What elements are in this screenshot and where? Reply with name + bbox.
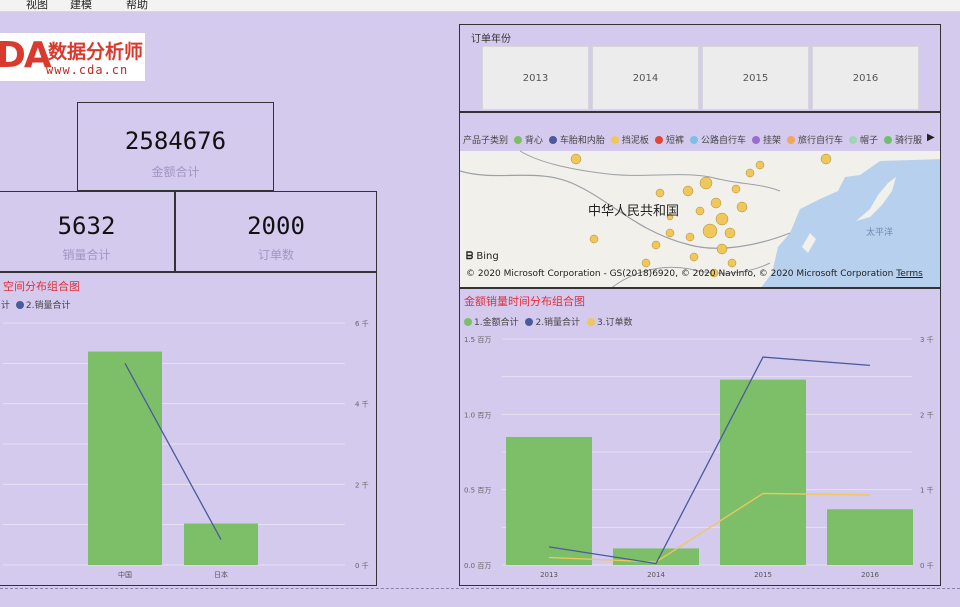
space-distribution-chart-panel[interactable]: 空间分布组合图 计 2.销量合计 0 千2 千4 千6 千中国 日本 (0, 272, 377, 586)
y2-tick-label: 6 千 (355, 319, 369, 328)
map-copyright: © 2020 Microsoft Corporation - GS(2018)6… (466, 269, 923, 279)
logo-url: www.cda.cn (46, 63, 129, 77)
year-slicer-panel: 订单年份 2013 2014 2015 2016 (459, 24, 941, 112)
map-legend-item[interactable]: 旅行自行车 (786, 136, 846, 146)
x-tick-label: 日本 (214, 570, 228, 579)
bar-日本 (184, 523, 258, 565)
logo-mark: DA (0, 35, 52, 76)
x-tick-label: 2013 (540, 571, 558, 579)
space-chart-svg: 0 千 2 千 4 千 6 千中国 日本 (3, 319, 369, 579)
kpi-orders-value: 2000 (247, 212, 305, 240)
kpi-amount-card[interactable]: 2584676 金额合计 (77, 102, 274, 191)
kpi-quantity-card[interactable]: 5632 销量合计 (0, 191, 175, 272)
map-legend-label: 短裤 (665, 136, 684, 146)
kpi-quantity-value: 5632 (57, 212, 116, 240)
time-distribution-chart-panel[interactable]: 金额销量时间分布组合图 1.金额合计 2.销量合计 3.订单数 0.0 百万 0.… (459, 288, 941, 586)
map-legend-label: 挂架 (762, 136, 781, 146)
legend-dot-icon (610, 136, 619, 144)
legend-dot-icon (884, 136, 893, 144)
year-slicer-title: 订单年份 (471, 34, 511, 45)
map-legend-item[interactable]: 背心 (513, 136, 546, 146)
map-legend-item[interactable]: 帽子 (849, 136, 881, 146)
map-terms-link[interactable]: Terms (896, 269, 923, 279)
y-tick-label: 0.0 百万 (464, 562, 491, 570)
legend-dot-icon (849, 136, 857, 144)
cda-logo: DA 数据分析师 www.cda.cn (0, 33, 145, 81)
bing-brand: ᗷ Bing (466, 251, 499, 262)
map-legend-label: 帽子 (860, 136, 879, 146)
y-tick-label: 1.5 百万 (464, 336, 491, 344)
bing-label: Bing (476, 251, 499, 262)
year-tile-2016[interactable]: 2016 (812, 46, 919, 110)
year-tile-2013[interactable]: 2013 (482, 46, 589, 110)
bar-2015 (720, 379, 806, 565)
map-legend-label: 车胎和内胎 (559, 136, 605, 146)
page-bottom-divider (0, 588, 960, 589)
y-tick-label: 1.0 百万 (464, 411, 491, 419)
map-legend: 产品子类别 背心 车胎和内胎 挡泥板 短裤 公路自行车 挂架 旅行自行车 帽子 骑行服 (463, 133, 931, 146)
y2-tick-label: 0 千 (355, 561, 369, 570)
map-copyright-text: © 2020 Microsoft Corporation - GS(2018)6… (466, 269, 894, 279)
year-tile-2014[interactable]: 2014 (592, 46, 699, 110)
legend-dot-icon (786, 136, 795, 144)
map-legend-label: 背心 (524, 136, 543, 146)
x-tick-label: 2014 (647, 571, 665, 579)
legend-dot-icon (751, 136, 760, 144)
map-legend-item[interactable]: 公路自行车 (689, 136, 749, 146)
logo-name: 数据分析师 (48, 41, 144, 63)
menu-bar: 视图 建模 帮助 (0, 0, 960, 12)
map-legend-items: 背心 车胎和内胎 挡泥板 短裤 公路自行车 挂架 旅行自行车 帽子 骑行服 (513, 136, 928, 146)
kpi-amount-value: 2584676 (124, 127, 227, 155)
map-legend-label: 挡泥板 (621, 136, 649, 146)
legend-dot-icon (654, 136, 663, 144)
kpi-orders-label: 订单数 (257, 248, 294, 262)
kpi-quantity-label: 销量合计 (62, 248, 111, 262)
kpi-orders-card[interactable]: 2000 订单数 (175, 191, 377, 272)
time-chart-svg: 0.0 百万 0.5 百万 1.0 百万 1.5 百万 0 千 1 千 2 千 3 千 2013… (464, 335, 934, 579)
menu-modeling[interactable]: 建模 (70, 0, 92, 11)
map-ocean-label: 太平洋 (866, 226, 893, 238)
bar-中国 (88, 351, 162, 565)
map-country-label: 中华人民共和国 (588, 204, 679, 219)
menu-help[interactable]: 帮助 (126, 0, 148, 11)
map-legend-item[interactable]: 骑行服 (884, 136, 925, 146)
legend-next-arrow-icon[interactable]: ▶ (927, 132, 935, 143)
x-tick-label: 2016 (861, 571, 879, 579)
bar-2016 (827, 509, 913, 565)
legend-dot-icon (548, 136, 557, 144)
x-tick-label: 中国 (118, 570, 132, 579)
map-legend-title: 产品子类别 (463, 136, 509, 146)
legend-dot-icon (689, 136, 698, 144)
menu-view[interactable]: 视图 (26, 0, 48, 11)
map-legend-item[interactable]: 短裤 (654, 136, 687, 146)
bar-2013 (506, 436, 592, 565)
map-legend-item[interactable]: 车胎和内胎 (548, 136, 608, 146)
map-legend-label: 公路自行车 (700, 136, 746, 146)
legend-dot-icon (513, 136, 522, 144)
map-legend-label: 骑行服 (895, 136, 923, 146)
map-legend-label: 旅行自行车 (797, 136, 843, 146)
map-legend-item[interactable]: 挂架 (751, 136, 784, 146)
kpi-amount-label: 金额合计 (151, 165, 200, 179)
map-legend-item[interactable]: 挡泥板 (610, 136, 652, 146)
y2-tick-label: 4 千 (355, 400, 369, 409)
sales-line (548, 356, 871, 565)
y2-tick-label: 1 千 (920, 486, 934, 495)
bing-icon: ᗷ (466, 251, 474, 262)
y2-tick-label: 3 千 (920, 335, 934, 344)
year-tile-2015[interactable]: 2015 (702, 46, 809, 110)
x-tick-label: 2015 (754, 571, 772, 579)
y2-tick-label: 2 千 (920, 410, 934, 419)
y2-tick-label: 2 千 (355, 480, 369, 489)
y2-tick-label: 0 千 (920, 561, 934, 570)
y-tick-label: 0.5 百万 (464, 487, 491, 495)
